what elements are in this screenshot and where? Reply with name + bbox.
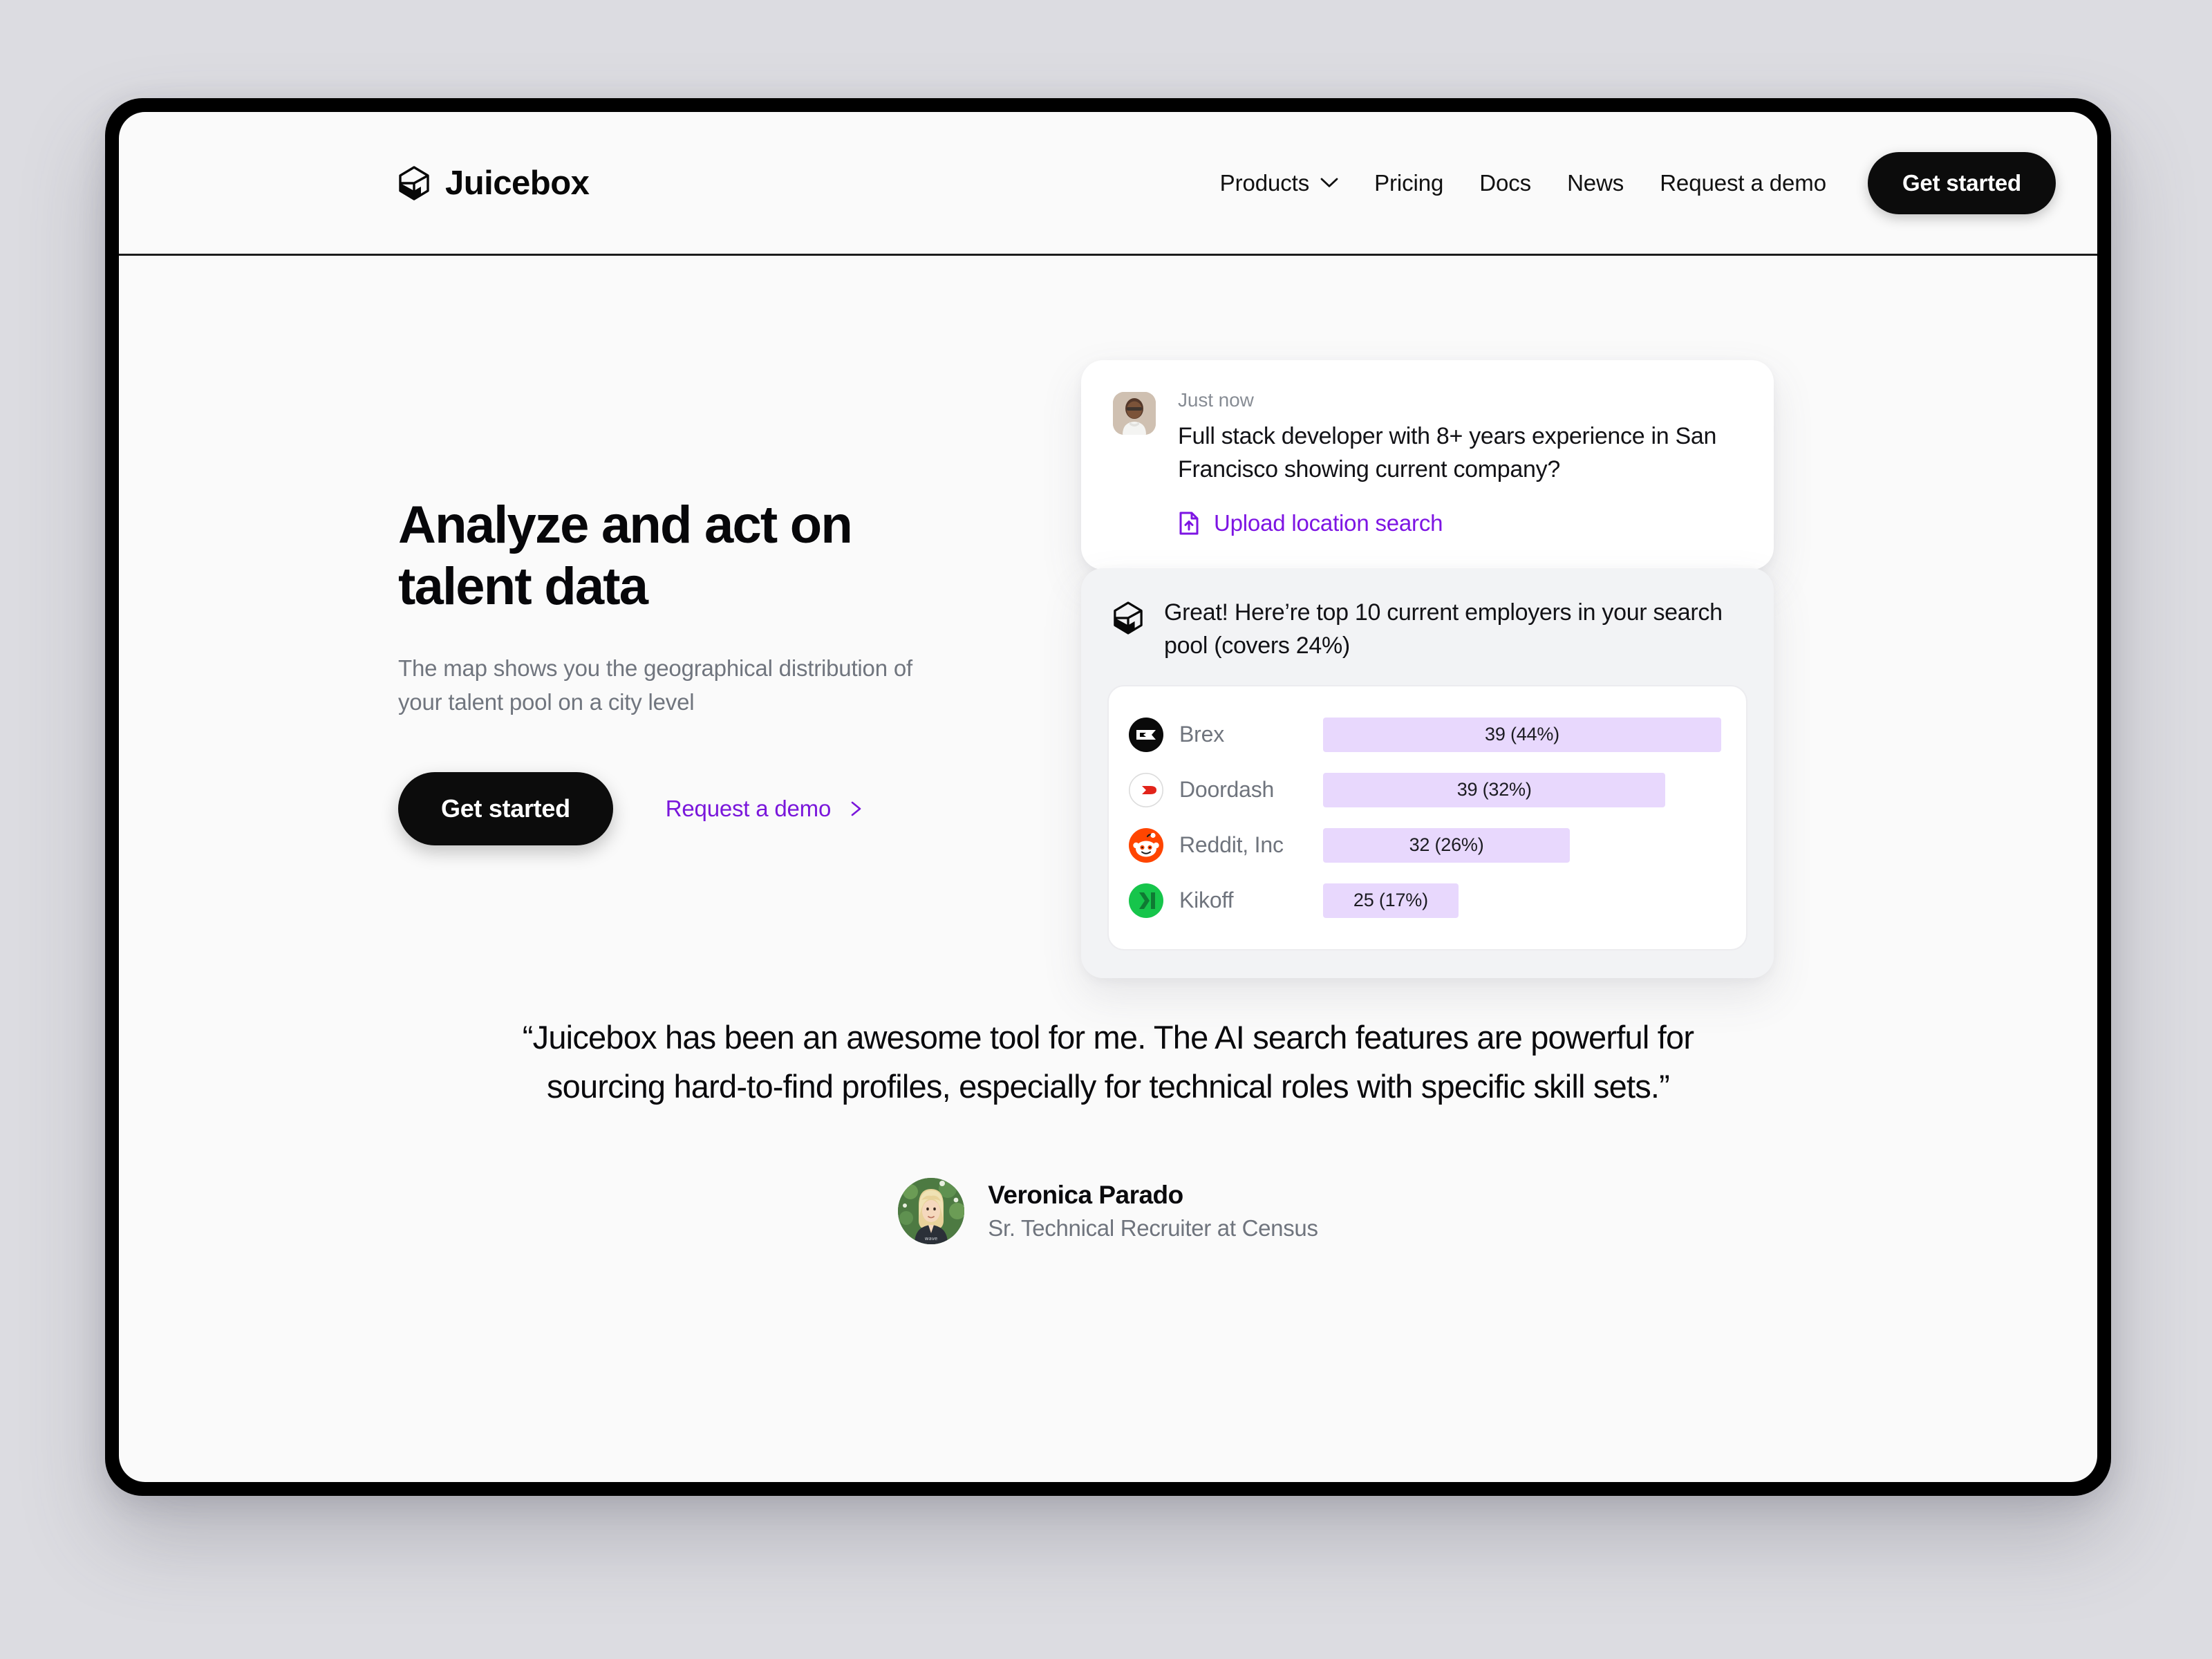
employer-name: Kikoff bbox=[1179, 888, 1234, 913]
hero-request-demo-label: Request a demo bbox=[665, 795, 832, 821]
arrow-right-icon bbox=[851, 801, 861, 816]
svg-text:wave: wave bbox=[925, 1236, 937, 1241]
table-row[interactable]: Brex 39 (44%) bbox=[1128, 707, 1721, 762]
query-timestamp: Just now bbox=[1178, 389, 1254, 411]
query-card: Just now Full stack developer with 8+ ye… bbox=[1081, 360, 1774, 570]
query-body: Just now Full stack developer with 8+ ye… bbox=[1178, 389, 1742, 536]
nav-label-docs: Docs bbox=[1479, 169, 1532, 196]
bar-kikoff: 25 (17%) bbox=[1323, 883, 1459, 918]
nav-label-pricing: Pricing bbox=[1374, 169, 1444, 196]
employers-bar-chart: Brex 39 (44%) Doordash 39 (32%) Reddit, … bbox=[1107, 684, 1747, 950]
nav-item-docs[interactable]: Docs bbox=[1461, 170, 1549, 196]
cube-logo-icon bbox=[1114, 601, 1143, 635]
doordash-logo-icon bbox=[1128, 772, 1164, 807]
hero-section: Analyze and act on talent data The map s… bbox=[119, 256, 2097, 978]
hero-visual: Just now Full stack developer with 8+ ye… bbox=[1076, 359, 2056, 978]
table-row[interactable]: Doordash 39 (32%) bbox=[1128, 762, 1721, 818]
site-header: Juicebox Products Pricing Docs News Requ… bbox=[119, 112, 2097, 256]
page-title: Analyze and act on talent data bbox=[398, 495, 1048, 618]
bar-brex: 39 (44%) bbox=[1323, 717, 1721, 752]
row-label-kikoff: Kikoff bbox=[1128, 883, 1323, 919]
header-get-started-button[interactable]: Get started bbox=[1867, 151, 2056, 214]
brex-logo-icon bbox=[1129, 717, 1163, 752]
employer-name: Reddit, Inc bbox=[1179, 832, 1284, 858]
testimonial-author: wave Veronica Parado Sr. Technical Recru… bbox=[521, 1177, 1696, 1244]
answer-text: Great! Here’re top 10 current employers … bbox=[1164, 599, 1723, 659]
brand-name: Juicebox bbox=[445, 164, 590, 202]
row-label-doordash: Doordash bbox=[1128, 772, 1323, 808]
user-photo-avatar bbox=[1113, 392, 1156, 435]
testimonial-quote: “Juicebox has been an awesome tool for m… bbox=[522, 1018, 1694, 1105]
table-row[interactable]: Kikoff 25 (17%) bbox=[1128, 873, 1721, 928]
upload-location-search-label: Upload location search bbox=[1214, 509, 1443, 536]
row-label-brex: Brex bbox=[1128, 717, 1323, 753]
hero-copy: Analyze and act on talent data The map s… bbox=[398, 359, 1048, 845]
reddit-logo-icon bbox=[1129, 827, 1163, 863]
author-name: Veronica Parado bbox=[988, 1180, 1183, 1209]
bar-track: 25 (17%) bbox=[1323, 883, 1721, 918]
nav-label-news: News bbox=[1567, 169, 1624, 196]
employer-name: Brex bbox=[1179, 722, 1224, 747]
nav-label-products: Products bbox=[1219, 169, 1310, 196]
nav-item-products[interactable]: Products bbox=[1202, 170, 1356, 196]
author-avatar-illustration: wave bbox=[898, 1177, 965, 1244]
brand-logo[interactable]: Juicebox bbox=[398, 164, 590, 203]
avatar-illustration bbox=[1113, 392, 1156, 435]
main-navigation: Products Pricing Docs News Request a dem… bbox=[1202, 151, 2056, 214]
bar-value-kikoff: 25 (17%) bbox=[1353, 890, 1428, 911]
nav-item-news[interactable]: News bbox=[1549, 170, 1642, 196]
bar-value-reddit: 32 (26%) bbox=[1409, 834, 1484, 856]
bar-track: 39 (32%) bbox=[1323, 772, 1721, 807]
hero-actions: Get started Request a demo bbox=[398, 771, 1048, 845]
cube-logo-icon bbox=[399, 165, 429, 200]
hero-request-demo-link[interactable]: Request a demo bbox=[666, 796, 864, 822]
kikoff-logo-icon bbox=[1129, 883, 1163, 918]
hero-subtitle: The map shows you the geographical distr… bbox=[398, 655, 912, 715]
bar-track: 32 (26%) bbox=[1323, 827, 1721, 863]
bar-value-doordash: 39 (32%) bbox=[1456, 779, 1532, 800]
nav-item-request-a-demo[interactable]: Request a demo bbox=[1642, 170, 1844, 196]
bar-reddit: 32 (26%) bbox=[1323, 827, 1571, 863]
answer-header: Great! Here’re top 10 current employers … bbox=[1107, 596, 1747, 663]
page-screen: Juicebox Products Pricing Docs News Requ… bbox=[119, 112, 2097, 1482]
bar-doordash: 39 (32%) bbox=[1323, 772, 1666, 807]
nav-item-pricing[interactable]: Pricing bbox=[1356, 170, 1461, 196]
upload-location-search-link[interactable]: Upload location search bbox=[1178, 510, 1742, 536]
author-meta: Veronica Parado Sr. Technical Recruiter … bbox=[988, 1181, 1318, 1241]
hero-get-started-button[interactable]: Get started bbox=[398, 771, 613, 845]
veronica-photo-avatar: wave bbox=[898, 1177, 965, 1244]
file-upload-icon bbox=[1179, 512, 1199, 535]
query-text: Full stack developer with 8+ years exper… bbox=[1178, 423, 1717, 483]
hero-title-line-1: Analyze and act on bbox=[398, 496, 853, 554]
row-label-reddit: Reddit, Inc bbox=[1128, 827, 1323, 863]
employer-name: Doordash bbox=[1179, 777, 1275, 803]
browser-frame: Juicebox Products Pricing Docs News Requ… bbox=[105, 98, 2111, 1496]
nav-label-request-a-demo: Request a demo bbox=[1660, 169, 1826, 196]
bar-track: 39 (44%) bbox=[1323, 717, 1721, 752]
answer-card: Great! Here’re top 10 current employers … bbox=[1081, 568, 1774, 978]
chevron-down-icon bbox=[1320, 178, 1338, 187]
bar-value-brex: 39 (44%) bbox=[1485, 724, 1559, 745]
author-role: Sr. Technical Recruiter at Census bbox=[988, 1215, 1318, 1241]
table-row[interactable]: Reddit, Inc 32 (26%) bbox=[1128, 818, 1721, 873]
hero-title-line-2: talent data bbox=[398, 556, 648, 616]
